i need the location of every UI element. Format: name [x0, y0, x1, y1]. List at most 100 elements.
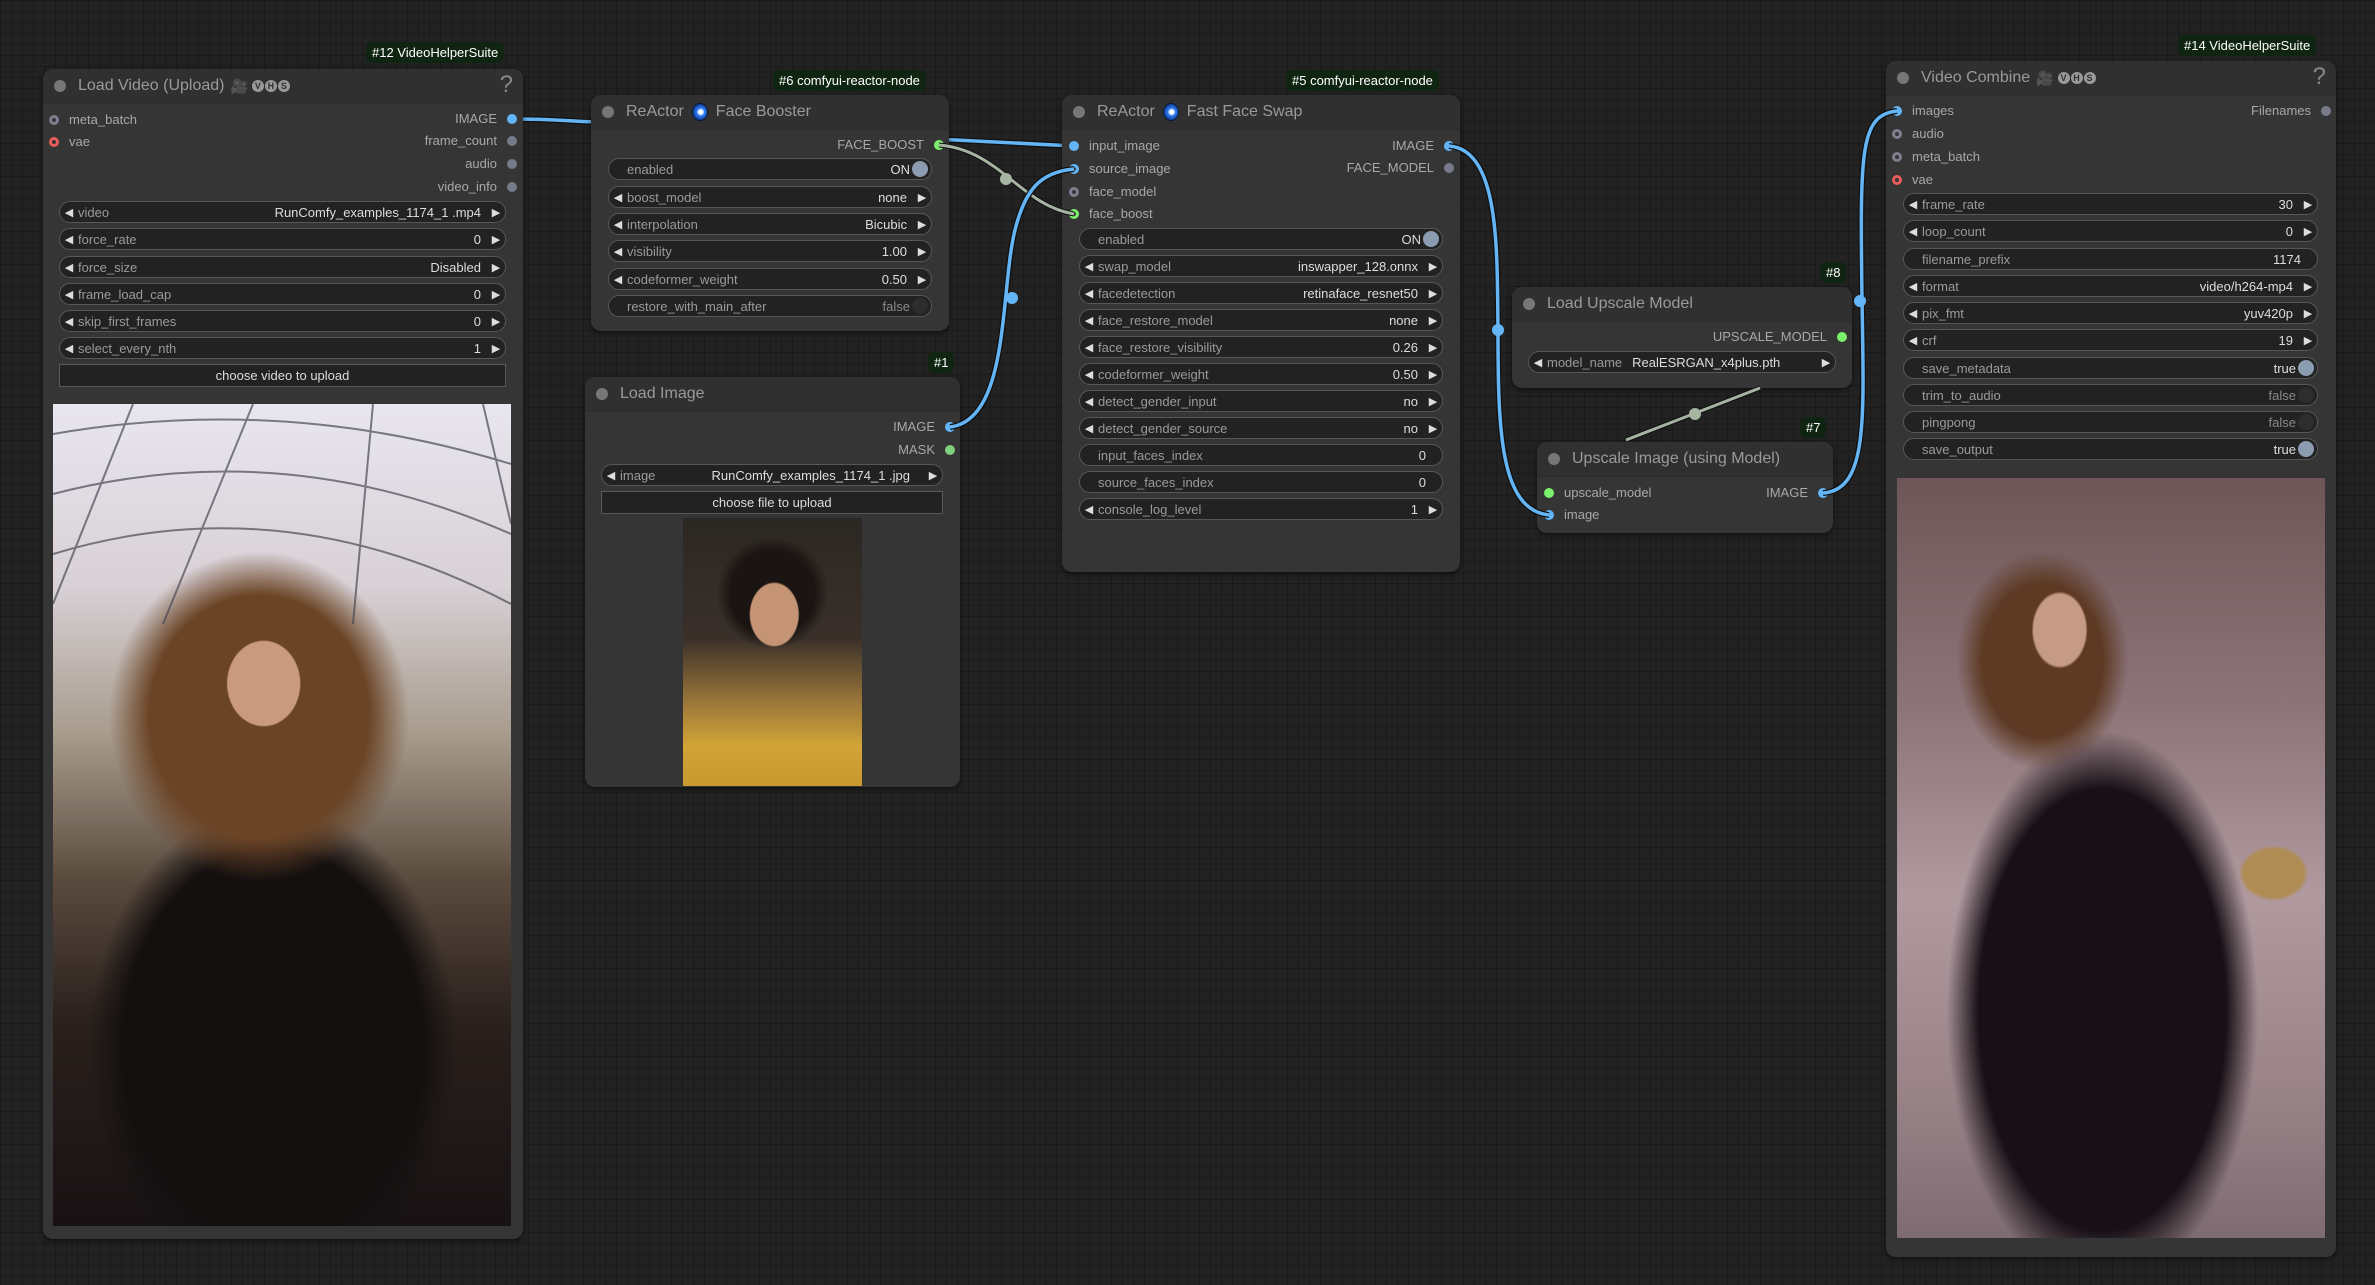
- toggle-knob-icon[interactable]: [2298, 360, 2314, 376]
- decrement-arrow-icon[interactable]: ◀: [60, 342, 78, 355]
- toggle-knob-icon[interactable]: [2298, 441, 2314, 457]
- slot-dot-icon[interactable]: [1818, 488, 1828, 498]
- widget-swap-model[interactable]: ◀ swap_model inswapper_128.onnx ▶: [1079, 255, 1443, 277]
- widget-force-rate[interactable]: ◀ force_rate 0 ▶: [59, 228, 506, 250]
- toggle-knob-icon[interactable]: [912, 161, 928, 177]
- increment-arrow-icon[interactable]: ▶: [1424, 287, 1442, 300]
- node-video-combine[interactable]: Video Combine 🎥 V H S ? images audio met…: [1886, 61, 2336, 1257]
- increment-arrow-icon[interactable]: ▶: [924, 469, 942, 482]
- widget-pix-fmt[interactable]: ◀ pix_fmt yuv420p ▶: [1903, 302, 2318, 324]
- slot-dot-icon[interactable]: [1892, 175, 1902, 185]
- increment-arrow-icon[interactable]: ▶: [2299, 198, 2317, 211]
- image-preview[interactable]: [683, 518, 862, 786]
- output-face-model[interactable]: FACE_MODEL: [1347, 159, 1454, 177]
- slot-dot-icon[interactable]: [2321, 106, 2331, 116]
- slot-dot-icon[interactable]: [507, 159, 517, 169]
- widget-filename-prefix[interactable]: filename_prefix 1174: [1903, 248, 2318, 270]
- widget-select-every-nth[interactable]: ◀ select_every_nth 1 ▶: [59, 337, 506, 359]
- input-input-image[interactable]: input_image: [1069, 137, 1160, 155]
- slot-dot-icon[interactable]: [1069, 164, 1079, 174]
- decrement-arrow-icon[interactable]: ◀: [1080, 395, 1098, 408]
- slot-dot-icon[interactable]: [1892, 106, 1902, 116]
- node-title-bar[interactable]: ReActor Fast Face Swap: [1062, 95, 1460, 130]
- widget-enabled[interactable]: enabled ON: [1079, 228, 1443, 250]
- widget-model-name[interactable]: ◀ model_name RealESRGAN_x4plus.pth ▶: [1528, 351, 1836, 373]
- collapse-dot-icon[interactable]: [1897, 72, 1909, 84]
- slot-dot-icon[interactable]: [507, 114, 517, 124]
- output-filenames[interactable]: Filenames: [2251, 102, 2331, 120]
- increment-arrow-icon[interactable]: ▶: [2299, 334, 2317, 347]
- output-audio[interactable]: audio: [465, 155, 517, 173]
- slot-dot-icon[interactable]: [945, 422, 955, 432]
- slot-dot-icon[interactable]: [49, 115, 59, 125]
- collapse-dot-icon[interactable]: [54, 80, 66, 92]
- widget-frame-load-cap[interactable]: ◀ frame_load_cap 0 ▶: [59, 283, 506, 305]
- widget-codeformer-weight[interactable]: ◀ codeformer_weight 0.50 ▶: [1079, 363, 1443, 385]
- widget-boost-model[interactable]: ◀ boost_model none ▶: [608, 186, 932, 208]
- decrement-arrow-icon[interactable]: ◀: [60, 288, 78, 301]
- widget-codeformer-weight[interactable]: ◀ codeformer_weight 0.50 ▶: [608, 268, 932, 290]
- help-icon[interactable]: ?: [2313, 63, 2326, 91]
- slot-dot-icon[interactable]: [1444, 163, 1454, 173]
- widget-loop-count[interactable]: ◀ loop_count 0 ▶: [1903, 220, 2318, 242]
- increment-arrow-icon[interactable]: ▶: [1424, 422, 1442, 435]
- widget-enabled[interactable]: enabled ON: [608, 158, 932, 180]
- increment-arrow-icon[interactable]: ▶: [913, 218, 931, 231]
- widget-save-metadata[interactable]: save_metadata true: [1903, 357, 2318, 379]
- node-title-bar[interactable]: Video Combine 🎥 V H S ?: [1886, 61, 2336, 96]
- node-title-bar[interactable]: Upscale Image (using Model): [1537, 442, 1833, 477]
- slot-dot-icon[interactable]: [507, 182, 517, 192]
- toggle-knob-icon[interactable]: [2298, 387, 2314, 403]
- node-title-bar[interactable]: Load Upscale Model: [1512, 287, 1852, 322]
- output-image[interactable]: IMAGE: [1766, 484, 1828, 502]
- toggle-knob-icon[interactable]: [1423, 231, 1439, 247]
- slot-dot-icon[interactable]: [1444, 141, 1454, 151]
- slot-dot-icon[interactable]: [1544, 510, 1554, 520]
- slot-dot-icon[interactable]: [945, 445, 955, 455]
- decrement-arrow-icon[interactable]: ◀: [609, 191, 627, 204]
- input-meta-batch[interactable]: meta_batch: [49, 111, 137, 129]
- collapse-dot-icon[interactable]: [602, 106, 614, 118]
- slot-dot-icon[interactable]: [49, 137, 59, 147]
- toggle-knob-icon[interactable]: [2298, 414, 2314, 430]
- input-meta-batch[interactable]: meta_batch: [1892, 148, 1980, 166]
- widget-face-restore-visibility[interactable]: ◀ face_restore_visibility 0.26 ▶: [1079, 336, 1443, 358]
- increment-arrow-icon[interactable]: ▶: [1424, 503, 1442, 516]
- choose-file-button[interactable]: choose file to upload: [601, 491, 943, 514]
- slot-dot-icon[interactable]: [1837, 332, 1847, 342]
- wire-midpoint-upscale-combine[interactable]: [1854, 295, 1866, 307]
- collapse-dot-icon[interactable]: [1073, 106, 1085, 118]
- decrement-arrow-icon[interactable]: ◀: [1904, 198, 1922, 211]
- decrement-arrow-icon[interactable]: ◀: [1080, 368, 1098, 381]
- node-face-booster[interactable]: ReActor Face Booster FACE_BOOST enabled O…: [591, 95, 949, 331]
- input-face-model[interactable]: face_model: [1069, 183, 1156, 201]
- decrement-arrow-icon[interactable]: ◀: [60, 261, 78, 274]
- decrement-arrow-icon[interactable]: ◀: [1080, 287, 1098, 300]
- decrement-arrow-icon[interactable]: ◀: [602, 469, 620, 482]
- output-face-boost[interactable]: FACE_BOOST: [837, 136, 944, 154]
- decrement-arrow-icon[interactable]: ◀: [1080, 314, 1098, 327]
- choose-video-button[interactable]: choose video to upload: [59, 364, 506, 387]
- widget-pingpong[interactable]: pingpong false: [1903, 411, 2318, 433]
- decrement-arrow-icon[interactable]: ◀: [60, 233, 78, 246]
- input-face-boost[interactable]: face_boost: [1069, 205, 1153, 223]
- increment-arrow-icon[interactable]: ▶: [913, 273, 931, 286]
- wire-midpoint-upscale-model[interactable]: [1689, 408, 1701, 420]
- increment-arrow-icon[interactable]: ▶: [1424, 368, 1442, 381]
- increment-arrow-icon[interactable]: ▶: [2299, 280, 2317, 293]
- output-image[interactable]: IMAGE: [455, 110, 517, 128]
- slot-dot-icon[interactable]: [1069, 209, 1079, 219]
- increment-arrow-icon[interactable]: ▶: [913, 191, 931, 204]
- output-image[interactable]: IMAGE: [1392, 137, 1454, 155]
- widget-video[interactable]: ◀ video RunComfy_examples_1174_1 .mp4 ▶: [59, 201, 506, 223]
- increment-arrow-icon[interactable]: ▶: [487, 315, 505, 328]
- output-video-info[interactable]: video_info: [438, 178, 517, 196]
- node-fast-face-swap[interactable]: ReActor Fast Face Swap input_image sourc…: [1062, 95, 1460, 572]
- decrement-arrow-icon[interactable]: ◀: [60, 315, 78, 328]
- increment-arrow-icon[interactable]: ▶: [487, 206, 505, 219]
- increment-arrow-icon[interactable]: ▶: [1817, 356, 1835, 369]
- slot-dot-icon[interactable]: [1892, 152, 1902, 162]
- decrement-arrow-icon[interactable]: ◀: [1080, 341, 1098, 354]
- decrement-arrow-icon[interactable]: ◀: [609, 273, 627, 286]
- input-audio[interactable]: audio: [1892, 125, 1944, 143]
